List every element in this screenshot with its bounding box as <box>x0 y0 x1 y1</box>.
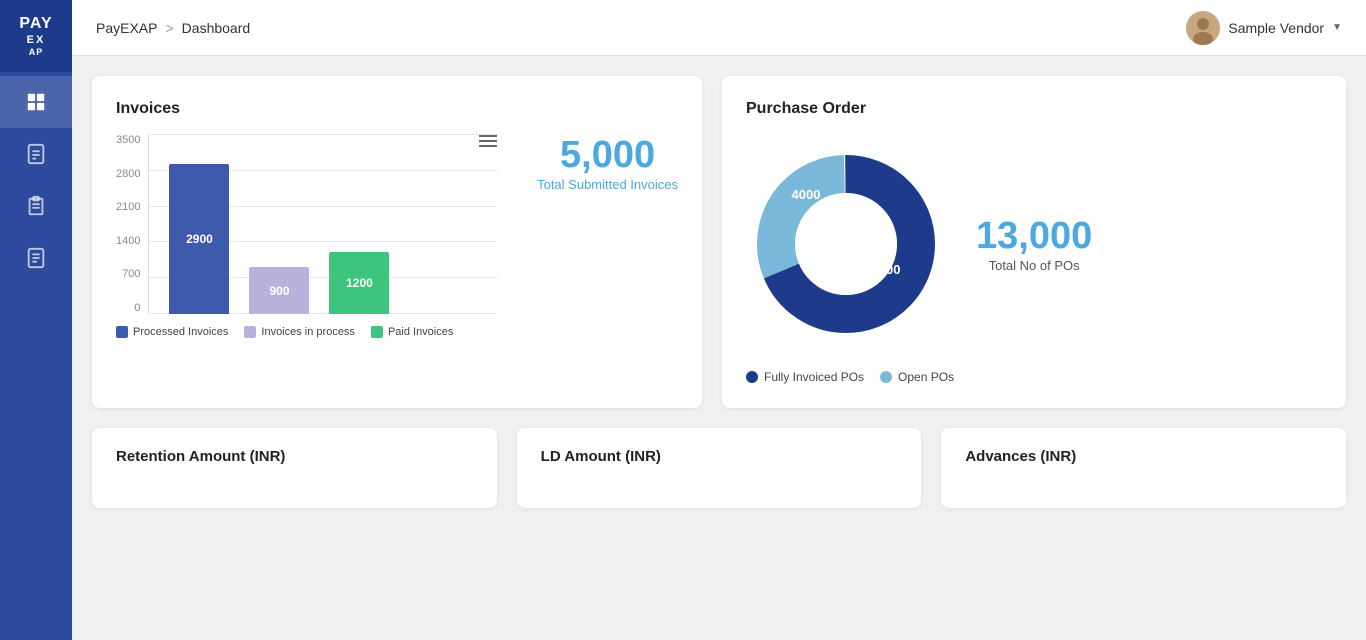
document-icon <box>25 143 47 165</box>
bar-paid-rect: 1200 <box>329 252 389 314</box>
legend-processed-dot <box>116 326 128 338</box>
user-name: Sample Vendor <box>1228 20 1324 36</box>
po-legend-open-dot <box>880 371 892 383</box>
ld-amount-card: LD Amount (INR) <box>517 428 922 508</box>
legend-paid-label: Paid Invoices <box>388 326 453 338</box>
app-logo: PAY EX AP <box>0 0 72 72</box>
donut-chart-container: 9000 4000 <box>746 144 946 344</box>
invoice-summary: 5,000 Total Submitted Invoices <box>497 134 678 192</box>
total-submitted-number: 5,000 <box>560 134 655 177</box>
retention-amount-title: Retention Amount (INR) <box>116 448 473 465</box>
breadcrumb-app: PayEXAP <box>96 20 157 36</box>
retention-amount-card: Retention Amount (INR) <box>92 428 497 508</box>
clipboard-icon <box>25 195 47 217</box>
svg-text:9000: 9000 <box>872 262 901 277</box>
legend-paid: Paid Invoices <box>371 326 453 338</box>
dashboard-icon <box>25 91 47 113</box>
sidebar-item-document[interactable] <box>0 128 72 180</box>
sidebar-item-report[interactable] <box>0 232 72 284</box>
user-menu[interactable]: Sample Vendor ▼ <box>1186 11 1342 45</box>
sidebar: PAY EX AP <box>0 0 72 640</box>
bars-wrapper: 2900 900 <box>148 134 497 314</box>
advances-card: Advances (INR) <box>941 428 1346 508</box>
po-legend-open-label: Open POs <box>898 370 954 384</box>
sidebar-item-clipboard[interactable] <box>0 180 72 232</box>
invoices-card-title: Invoices <box>116 100 678 118</box>
logo-text: PAY EX AP <box>19 14 52 57</box>
po-summary: 13,000 Total No of POs <box>976 215 1092 273</box>
avatar <box>1186 11 1220 45</box>
po-card: Purchase Order 9000 <box>722 76 1346 408</box>
breadcrumb: PayEXAP > Dashboard <box>96 20 250 36</box>
bar-inprocess-rect: 900 <box>249 267 309 314</box>
po-legend-open: Open POs <box>880 370 954 384</box>
bar-paid: 1200 <box>329 252 389 314</box>
legend-processed: Processed Invoices <box>116 326 228 338</box>
chart-menu-button[interactable] <box>479 134 497 153</box>
sidebar-item-dashboard[interactable] <box>0 76 72 128</box>
po-legend-fully-dot <box>746 371 758 383</box>
y-axis: 0 700 1400 2100 2800 3500 <box>116 134 148 314</box>
breadcrumb-separator: > <box>165 20 173 36</box>
header: PayEXAP > Dashboard Sample Vendor ▼ <box>72 0 1366 56</box>
po-total-label: Total No of POs <box>989 258 1080 273</box>
svg-text:4000: 4000 <box>792 187 821 202</box>
bottom-cards-row: Retention Amount (INR) LD Amount (INR) A… <box>92 428 1346 508</box>
invoices-card: Invoices <box>92 76 702 408</box>
breadcrumb-page: Dashboard <box>182 20 251 36</box>
bar-inprocess: 900 <box>249 267 309 314</box>
main-cards-row: Invoices <box>92 76 1346 408</box>
legend-inprocess-label: Invoices in process <box>261 326 355 338</box>
bar-processed-value: 2900 <box>186 232 213 246</box>
po-card-title: Purchase Order <box>746 100 1322 118</box>
po-legend-fully-label: Fully Invoiced POs <box>764 370 864 384</box>
report-icon <box>25 247 47 269</box>
legend-inprocess: Invoices in process <box>244 326 355 338</box>
main-area: PayEXAP > Dashboard Sample Vendor ▼ Invo… <box>72 0 1366 640</box>
donut-chart-svg: 9000 4000 <box>746 144 946 344</box>
avatar-image <box>1186 11 1220 45</box>
po-total-number: 13,000 <box>976 215 1092 258</box>
user-dropdown-arrow[interactable]: ▼ <box>1332 22 1342 33</box>
legend-paid-dot <box>371 326 383 338</box>
po-legend-fully: Fully Invoiced POs <box>746 370 864 384</box>
hamburger-icon <box>479 134 497 148</box>
chart-legend: Processed Invoices Invoices in process P… <box>116 326 678 338</box>
ld-amount-title: LD Amount (INR) <box>541 448 898 465</box>
legend-processed-label: Processed Invoices <box>133 326 228 338</box>
po-legend: Fully Invoiced POs Open POs <box>746 370 1322 384</box>
bar-processed-rect: 2900 <box>169 164 229 314</box>
bar-processed: 2900 <box>169 164 229 314</box>
bar-paid-value: 1200 <box>346 276 373 290</box>
legend-inprocess-dot <box>244 326 256 338</box>
advances-title: Advances (INR) <box>965 448 1322 465</box>
content-area: Invoices <box>72 56 1366 640</box>
total-submitted-label: Total Submitted Invoices <box>537 177 678 192</box>
bar-inprocess-value: 900 <box>269 284 289 298</box>
